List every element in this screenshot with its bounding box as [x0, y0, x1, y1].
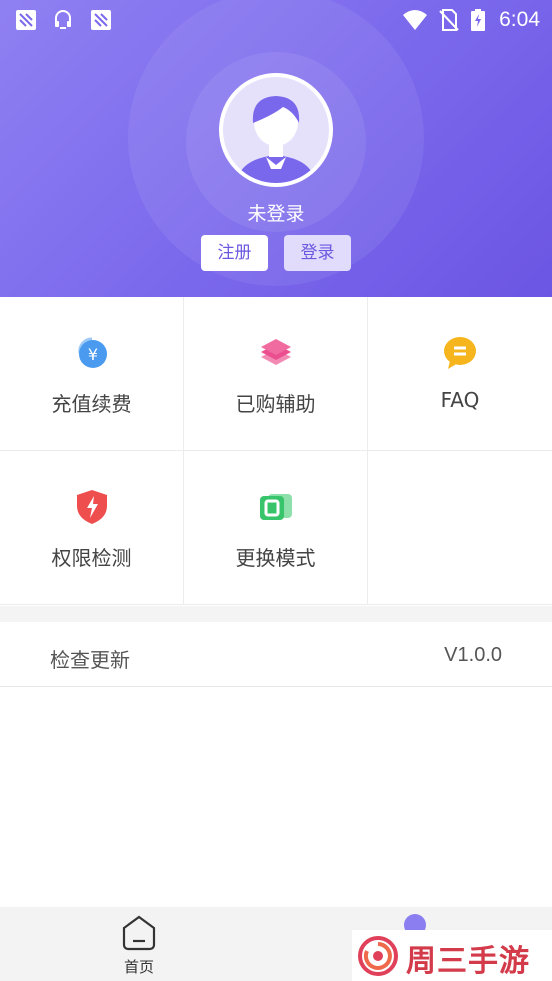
watermark-logo-icon	[358, 936, 398, 976]
username-label: 未登录	[247, 203, 305, 225]
menu-item-empty	[368, 451, 552, 605]
menu-label: 权限检测	[51, 546, 132, 570]
faq-icon	[444, 337, 476, 369]
register-button[interactable]: 注册	[201, 235, 268, 271]
headset-icon	[55, 10, 71, 29]
svg-text:¥: ¥	[88, 345, 98, 364]
home-icon[interactable]	[120, 914, 158, 952]
notification-icon	[16, 10, 36, 30]
menu-label: 充值续费	[51, 392, 132, 416]
login-button[interactable]: 登录	[284, 235, 351, 271]
menu-grid: ¥ 充值续费 已购辅助 FAQ 权限检测 更换模式	[0, 297, 552, 606]
menu-label: 更换模式	[235, 546, 316, 570]
battery-charging-icon	[471, 9, 485, 31]
menu-label: FAQ	[440, 388, 480, 412]
notification-icon	[91, 10, 111, 30]
recharge-icon: ¥	[78, 337, 107, 368]
avatar[interactable]	[219, 73, 333, 187]
check-update-label: 检查更新	[50, 648, 130, 672]
wifi-icon	[403, 10, 427, 30]
watermark-text: 周三手游网	[406, 944, 530, 979]
version-label: V1.0.0	[444, 644, 502, 666]
menu-item-faq[interactable]: FAQ	[368, 297, 552, 451]
status-bar: 6:04	[0, 0, 552, 40]
status-time: 6:04	[499, 8, 540, 31]
section-divider	[0, 606, 552, 622]
watermark: 周三手游网	[352, 930, 552, 981]
menu-label: 已购辅助	[235, 392, 316, 416]
permission-check-icon	[77, 490, 107, 524]
profile-header: 6:04 未登录 注册 登录	[0, 0, 552, 297]
nav-home-label[interactable]: 首页	[114, 956, 164, 977]
switch-mode-icon	[260, 494, 292, 520]
menu-item-recharge[interactable]: ¥ 充值续费	[0, 297, 184, 451]
purchased-icon	[261, 339, 291, 365]
check-update-row[interactable]: 检查更新 V1.0.0	[0, 622, 552, 687]
menu-item-switch-mode[interactable]: 更换模式	[184, 451, 368, 605]
no-sim-icon	[439, 9, 459, 31]
menu-item-permission-check[interactable]: 权限检测	[0, 451, 184, 605]
menu-item-purchased[interactable]: 已购辅助	[184, 297, 368, 451]
avatar-person-icon	[237, 96, 315, 183]
